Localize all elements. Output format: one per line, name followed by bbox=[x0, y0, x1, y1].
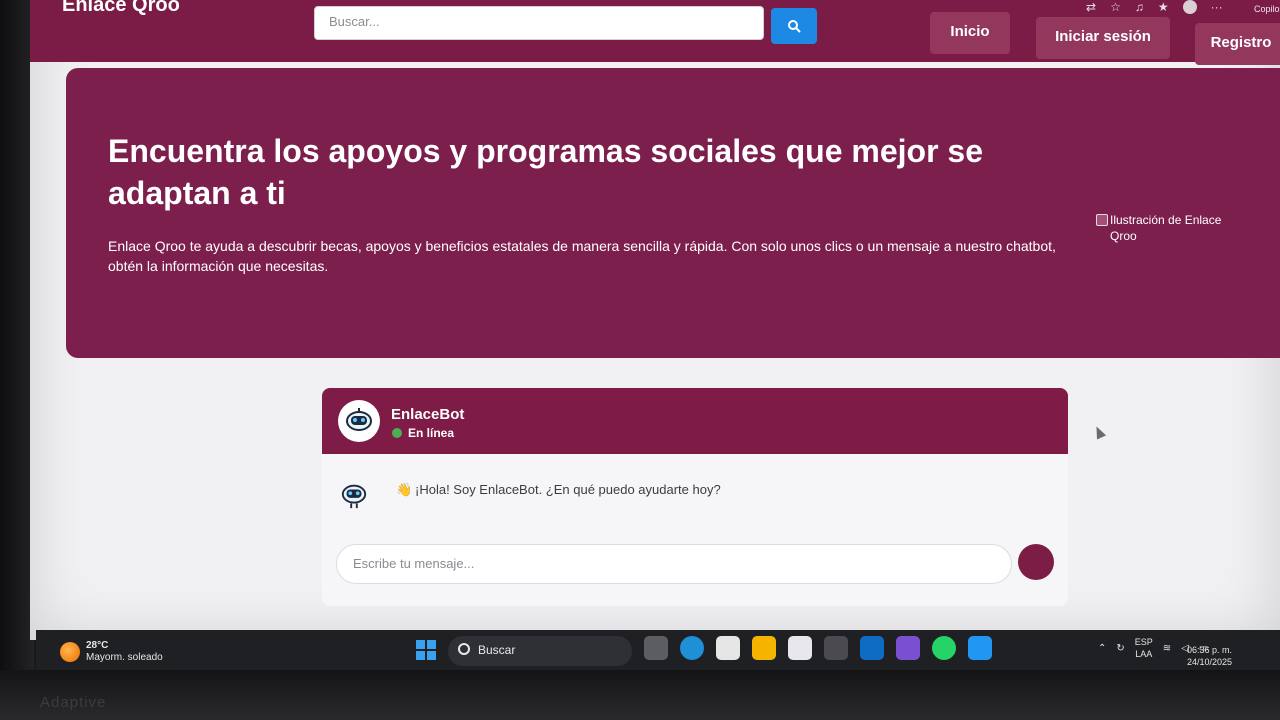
chevron-up-icon[interactable]: ⌃ bbox=[1098, 643, 1106, 654]
wifi-icon[interactable]: ≋ bbox=[1163, 643, 1171, 654]
chatbot-body: 👋 ¡Hola! Soy EnlaceBot. ¿En qué puedo ay… bbox=[322, 454, 1068, 606]
browser-toolbar-icons: ⇄ ☆ ♫ ★ ··· bbox=[1086, 0, 1223, 14]
chat-message-input[interactable]: Escribe tu mensaje... bbox=[336, 544, 1012, 584]
visual-studio-icon[interactable] bbox=[896, 636, 920, 660]
nav-registro-button[interactable]: Registro bbox=[1195, 23, 1280, 65]
file-explorer-icon[interactable] bbox=[752, 636, 776, 660]
sync-icon[interactable]: ↻ bbox=[1116, 643, 1124, 654]
hero-description: Enlace Qroo te ayuda a descubrir becas, … bbox=[108, 238, 1056, 274]
waving-hand-icon: 👋 bbox=[396, 482, 413, 497]
microsoft-store-icon[interactable] bbox=[788, 636, 812, 660]
search-icon bbox=[788, 20, 801, 33]
browser-viewport: Enlace Qroo Buscar... Inicio Iniciar ses… bbox=[30, 0, 1280, 640]
robot-icon bbox=[346, 408, 372, 431]
hero-illustration-broken-image: Ilustración de Enlace Qroo bbox=[1096, 212, 1246, 244]
bot-message: ¡Hola! Soy EnlaceBot. ¿En qué puedo ayud… bbox=[415, 482, 721, 497]
broken-image-icon bbox=[1096, 214, 1108, 226]
message-bot-avatar bbox=[338, 480, 370, 512]
copilot-app-icon[interactable] bbox=[716, 636, 740, 660]
site-search-input[interactable]: Buscar... bbox=[314, 6, 764, 40]
more-options-icon[interactable]: ··· bbox=[1211, 0, 1223, 14]
edge-browser-icon[interactable] bbox=[680, 636, 704, 660]
windows-start-icon[interactable] bbox=[416, 640, 436, 660]
mouse-cursor-icon bbox=[1091, 424, 1107, 440]
bot-status: En línea bbox=[392, 426, 454, 440]
bot-name: EnlaceBot bbox=[391, 406, 465, 423]
hero-title: Encuentra los apoyos y programas sociale… bbox=[108, 133, 983, 211]
bot-avatar bbox=[338, 400, 380, 442]
hero-image-alt-text: Ilustración de Enlace Qroo bbox=[1110, 213, 1222, 243]
windows-taskbar: 28°C Mayorm. soleado Buscar ⌃ ↻ ESP LAA … bbox=[36, 630, 1280, 674]
taskbar-search[interactable]: Buscar bbox=[448, 636, 632, 666]
robot-icon bbox=[341, 484, 367, 509]
search-icon bbox=[458, 643, 470, 655]
clock-time: 06:36 p. m. bbox=[1186, 645, 1232, 655]
taskbar-search-label: Buscar bbox=[478, 643, 516, 657]
brand-logo-text[interactable]: Enlace Qroo bbox=[62, 0, 180, 17]
language-indicator[interactable]: ESP LAA bbox=[1135, 636, 1153, 660]
nav-login-button[interactable]: Iniciar sesión bbox=[1036, 17, 1170, 59]
send-message-button[interactable] bbox=[1018, 544, 1054, 580]
site-navbar: Enlace Qroo Buscar... Inicio Iniciar ses… bbox=[30, 0, 1280, 65]
extensions-icon[interactable]: ♫ bbox=[1135, 0, 1144, 14]
weather-widget[interactable]: 28°C Mayorm. soleado bbox=[60, 640, 163, 664]
language-code: ESP bbox=[1134, 637, 1153, 647]
vscode-icon[interactable] bbox=[968, 636, 992, 660]
hero-banner: Encuentra los apoyos y programas sociale… bbox=[66, 68, 1280, 358]
chatbot-header: EnlaceBot En línea bbox=[322, 388, 1068, 454]
monitor-bezel-left bbox=[0, 0, 34, 720]
weather-temperature: 28°C bbox=[86, 640, 109, 651]
task-view-icon[interactable] bbox=[644, 636, 668, 660]
keyboard-layout: LAA bbox=[1135, 649, 1153, 659]
weather-description: Mayorm. soleado bbox=[86, 652, 163, 663]
favorite-star-icon[interactable]: ☆ bbox=[1110, 0, 1121, 14]
profile-avatar-icon[interactable] bbox=[1182, 0, 1197, 14]
monitor-brand-label: Adaptive bbox=[40, 694, 107, 711]
translate-icon[interactable]: ⇄ bbox=[1086, 0, 1096, 14]
nav-inicio-button[interactable]: Inicio bbox=[930, 12, 1010, 54]
copilot-label[interactable]: Copilo bbox=[1254, 4, 1280, 14]
weather-sun-icon bbox=[60, 642, 80, 662]
taskbar-apps bbox=[644, 636, 992, 660]
whatsapp-icon[interactable] bbox=[932, 636, 956, 660]
settings-app-icon[interactable] bbox=[824, 636, 848, 660]
online-status-icon bbox=[392, 428, 402, 438]
monitor-bezel-bottom bbox=[0, 670, 1280, 720]
site-search-button[interactable] bbox=[771, 8, 817, 44]
bot-status-text: En línea bbox=[408, 426, 455, 440]
favorites-list-icon[interactable]: ★ bbox=[1158, 0, 1169, 14]
clock-date: 24/10/2025 bbox=[1186, 657, 1232, 667]
outlook-icon[interactable] bbox=[860, 636, 884, 660]
